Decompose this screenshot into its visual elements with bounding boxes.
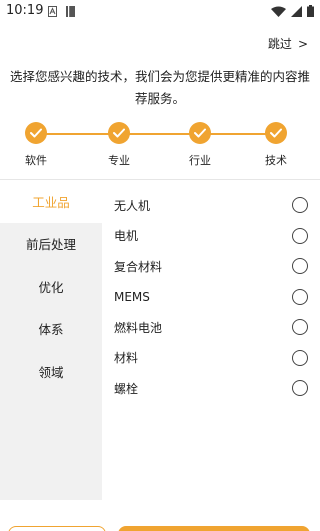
step-check-circle xyxy=(25,122,47,144)
skip-label: 跳过 xyxy=(267,37,292,51)
status-time: 10:19 xyxy=(6,3,44,18)
progress-stepper: 软件 专业 行业 技术 xyxy=(0,122,320,172)
step-industry: 行业 xyxy=(170,122,230,168)
chevron-right-icon: > xyxy=(297,36,308,51)
status-bar: 10:19 xyxy=(0,0,320,22)
check-icon xyxy=(270,128,282,138)
option-label: 无人机 xyxy=(114,198,151,213)
battery-icon xyxy=(307,5,314,17)
check-icon xyxy=(30,128,42,138)
step-label: 软件 xyxy=(25,154,47,167)
option-label: 燃料电池 xyxy=(114,320,163,335)
wifi-icon xyxy=(271,6,286,17)
notification-a-icon xyxy=(48,6,57,17)
status-icons xyxy=(271,5,314,17)
radio-button[interactable] xyxy=(292,197,308,214)
category-nav: 工业品 前后处理 优化 体系 领域 xyxy=(0,180,102,500)
step-label: 行业 xyxy=(189,154,211,167)
radio-button[interactable] xyxy=(292,227,308,244)
radio-button[interactable] xyxy=(292,380,308,397)
step-software: 软件 xyxy=(6,122,66,168)
radio-button[interactable] xyxy=(292,319,308,336)
step-label: 技术 xyxy=(265,154,287,167)
option-materials[interactable]: 材料 xyxy=(102,343,320,374)
option-composite-materials[interactable]: 复合材料 xyxy=(102,251,320,282)
previous-step-button[interactable] xyxy=(8,526,106,531)
option-fuel-cell[interactable]: 燃料电池 xyxy=(102,312,320,343)
category-optimization[interactable]: 优化 xyxy=(0,265,102,308)
step-major: 专业 xyxy=(89,122,149,168)
radio-button[interactable] xyxy=(292,258,308,275)
category-industrial-products[interactable]: 工业品 xyxy=(0,180,102,223)
option-drone[interactable]: 无人机 xyxy=(102,190,320,221)
step-label: 专业 xyxy=(108,154,130,167)
check-icon xyxy=(113,128,125,138)
check-icon xyxy=(194,128,206,138)
skip-button[interactable]: 跳过 > xyxy=(268,35,308,52)
option-label: 电机 xyxy=(114,229,139,244)
signal-icon xyxy=(291,5,302,17)
intro-text: 选择您感兴趣的技术，我们会为您提供更精准的内容推荐服务。 xyxy=(10,69,311,106)
stepper-line xyxy=(36,133,276,135)
notification-book-icon xyxy=(66,6,75,17)
option-mems[interactable]: MEMS xyxy=(102,282,320,313)
step-technology: 技术 xyxy=(246,122,306,168)
option-bolt[interactable]: 螺栓 xyxy=(102,373,320,404)
radio-button[interactable] xyxy=(292,349,308,366)
step-check-circle xyxy=(265,122,287,144)
step-check-circle xyxy=(189,122,211,144)
step-check-circle xyxy=(108,122,130,144)
option-label: MEMS xyxy=(114,289,150,304)
option-label: 螺栓 xyxy=(114,381,139,396)
category-pre-post-processing[interactable]: 前后处理 xyxy=(0,223,102,266)
category-domain[interactable]: 领域 xyxy=(0,350,102,393)
category-system[interactable]: 体系 xyxy=(0,308,102,351)
next-step-button[interactable] xyxy=(118,526,310,531)
option-label: 复合材料 xyxy=(114,259,163,274)
option-label: 材料 xyxy=(114,351,139,366)
radio-button[interactable] xyxy=(292,288,308,305)
option-list: 无人机 电机 复合材料 MEMS 燃料电池 材料 螺栓 xyxy=(102,190,320,404)
option-motor[interactable]: 电机 xyxy=(102,221,320,252)
